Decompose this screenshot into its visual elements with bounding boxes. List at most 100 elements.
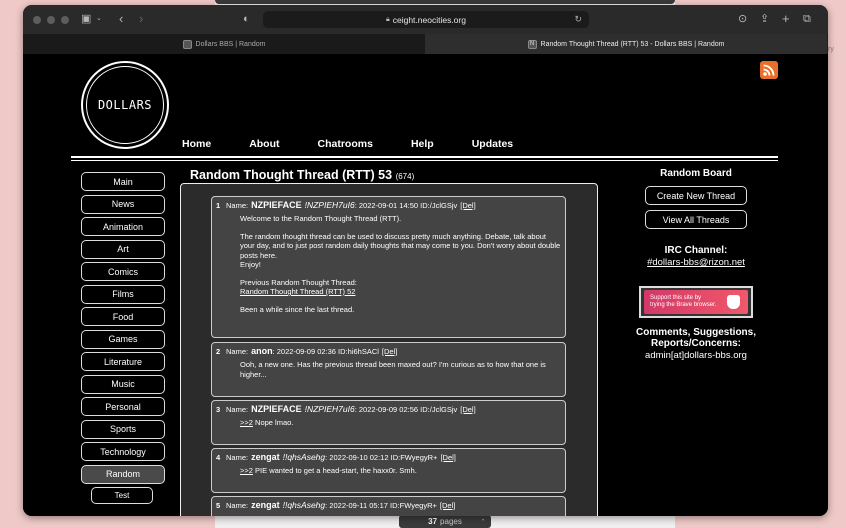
view-all-threads-button[interactable]: View All Threads <box>645 210 747 229</box>
nav-help[interactable]: Help <box>411 138 434 150</box>
irc-link[interactable]: #dollars-bbs@rizon.net <box>635 257 757 268</box>
close-window-button[interactable] <box>33 16 41 24</box>
post-body: Welcome to the Random Thought Thread (RT… <box>240 214 561 314</box>
background-edge-text: ry <box>828 46 834 53</box>
poster-tripcode: !NZPIEH7uI6 <box>304 200 355 210</box>
new-tab-icon[interactable]: + <box>782 12 790 25</box>
poster-tripcode: !NZPIEH7uI6 <box>304 404 355 414</box>
previous-thread-link[interactable]: Random Thought Thread (RTT) 52 <box>240 287 561 297</box>
post-meta: : 2022-09-01 14:50 ID:/JclGSjv <box>354 201 458 210</box>
sidebar-item-random[interactable]: Random <box>81 464 165 484</box>
sidebar-item-personal[interactable]: Personal <box>81 397 165 416</box>
delete-link[interactable]: [Del] <box>382 347 397 356</box>
brave-lion-icon <box>727 295 740 309</box>
nav-home[interactable]: Home <box>182 138 211 150</box>
header-divider-thin <box>71 160 778 161</box>
contact-email: admin[at]dollars-bbs.org <box>645 350 747 361</box>
post-number[interactable]: 4 <box>216 453 226 462</box>
delete-link[interactable]: [Del] <box>440 501 455 510</box>
post: 1 Name: NZPIEFACE !NZPIEH7uI6 : 2022-09-… <box>211 196 566 338</box>
sidebar-item-games[interactable]: Games <box>81 329 165 349</box>
quote-link[interactable]: >>2 <box>240 418 253 427</box>
minimize-window-button[interactable] <box>47 16 55 24</box>
delete-link[interactable]: [Del] <box>440 453 455 462</box>
comments-line: Reports/Concerns: <box>650 338 741 349</box>
poster-name: NZPIEFACE <box>251 404 302 414</box>
nav-updates[interactable]: Updates <box>472 138 513 150</box>
download-icon[interactable]: ⊙ <box>738 13 747 25</box>
post-number[interactable]: 5 <box>216 501 226 510</box>
post-number[interactable]: 2 <box>216 347 226 356</box>
address-bar[interactable]: 🔒︎ ceight.neocities.org ↻ <box>263 11 589 28</box>
sidebar-item-films[interactable]: Films <box>81 284 165 304</box>
thread-title: Random Thought Thread (RTT) 53 (674) <box>190 168 414 182</box>
rss-icon[interactable] <box>760 61 778 79</box>
browser-toolbar: ▣ ⌄ ‹ › ◐ 🔒︎ ceight.neocities.org ↻ ⊙ ⇪ … <box>23 5 828 34</box>
irc-label: IRC Channel: <box>664 245 728 256</box>
share-icon[interactable]: ⇪ <box>760 13 769 25</box>
post: 3 Name: NZPIEFACE !NZPIEH7uI6 : 2022-09-… <box>211 400 566 445</box>
delete-link[interactable]: [Del] <box>460 201 475 210</box>
header-divider <box>71 156 778 158</box>
brave-text: Support this site by <box>650 295 702 301</box>
poster-tripcode: !!qhsAsehg <box>282 500 326 510</box>
forward-icon[interactable]: › <box>139 12 143 25</box>
window-controls <box>33 16 69 24</box>
brave-banner[interactable]: Support this site by trying the Brave br… <box>639 286 753 318</box>
create-thread-button[interactable]: Create New Thread <box>645 186 747 205</box>
board-sidebar: Main News Animation Art Comics Films Foo… <box>81 172 165 508</box>
sidebar-item-art[interactable]: Art <box>81 239 165 259</box>
tab-bar: Dollars BBS | Random N Random Thought Th… <box>23 34 828 54</box>
background-document-top <box>215 0 675 4</box>
post-meta: : 2022-09-09 02:56 ID:/JclGSjv <box>354 405 458 414</box>
post-body: >>2 Nope lmao. <box>240 418 561 428</box>
sidebar-item-animation[interactable]: Animation <box>81 217 165 236</box>
reload-icon[interactable]: ↻ <box>574 14 582 25</box>
shield-icon[interactable]: ◐ <box>243 13 250 25</box>
reply-count: (674) <box>395 172 415 181</box>
post-text: Nope lmao. <box>252 418 294 427</box>
name-label: Name: <box>226 405 249 414</box>
favicon-icon <box>182 39 192 49</box>
post-number[interactable]: 1 <box>216 201 226 210</box>
nav-chatrooms[interactable]: Chatrooms <box>318 138 373 150</box>
delete-link[interactable]: [Del] <box>460 405 475 414</box>
sidebar-item-news[interactable]: News <box>81 194 165 214</box>
sidebar-item-food[interactable]: Food <box>81 307 165 326</box>
tab-overview-icon[interactable]: ⧉ <box>803 13 811 25</box>
poster-name: zengat <box>251 500 280 510</box>
sidebar-item-music[interactable]: Music <box>81 374 165 394</box>
browser-window: ▣ ⌄ ‹ › ◐ 🔒︎ ceight.neocities.org ↻ ⊙ ⇪ … <box>23 5 828 516</box>
post-text: Previous Random Thought Thread: <box>240 277 357 287</box>
url-text: ceight.neocities.org <box>392 14 466 25</box>
board-title: Random Board <box>660 168 732 179</box>
post-text: Been a while since the last thread. <box>240 304 355 314</box>
nav-about[interactable]: About <box>249 138 279 150</box>
logo-text: DOLLARS <box>86 66 164 144</box>
sidebar-item-technology[interactable]: Technology <box>81 442 165 461</box>
site-logo[interactable]: DOLLARS <box>81 61 169 149</box>
post-number[interactable]: 3 <box>216 405 226 414</box>
post-meta: : 2022-09-09 02:36 ID:hi6hSACl <box>272 347 379 356</box>
main-nav: Home About Chatrooms Help Updates <box>182 138 551 150</box>
post-body: >>2 PIE wanted to get a head-start, the … <box>240 466 561 476</box>
tab-rtt-53[interactable]: N Random Thought Thread (RTT) 53 - Dolla… <box>425 34 827 54</box>
back-icon[interactable]: ‹ <box>119 12 123 25</box>
sidebar-item-test[interactable]: Test <box>91 487 153 504</box>
background-pages-indicator[interactable]: 37 pages ⌃ <box>399 515 491 528</box>
post: 4 Name: zengat !!qhsAsehg : 2022-09-10 0… <box>211 448 566 493</box>
post-header: 2 Name: anon : 2022-09-09 02:36 ID:hi6hS… <box>216 346 561 356</box>
post: 5 Name: zengat !!qhsAsehg : 2022-09-11 0… <box>211 496 566 516</box>
chevron-down-icon[interactable]: ⌄ <box>96 13 102 25</box>
zoom-window-button[interactable] <box>61 16 69 24</box>
tab-dollars-bbs-random[interactable]: Dollars BBS | Random <box>23 34 425 54</box>
sidebar-item-comics[interactable]: Comics <box>81 262 165 281</box>
post-text: Welcome to the Random Thought Thread (RT… <box>240 214 402 223</box>
sidebar-item-sports[interactable]: Sports <box>81 419 165 439</box>
sidebar-item-literature[interactable]: Literature <box>81 352 165 371</box>
quote-link[interactable]: >>2 <box>240 466 253 475</box>
poster-name: anon <box>251 346 273 356</box>
sidebar-item-main[interactable]: Main <box>81 172 165 191</box>
chevron-updown-icon: ⌃ <box>480 518 486 526</box>
sidebar-toggle-icon[interactable]: ▣ <box>81 13 91 25</box>
